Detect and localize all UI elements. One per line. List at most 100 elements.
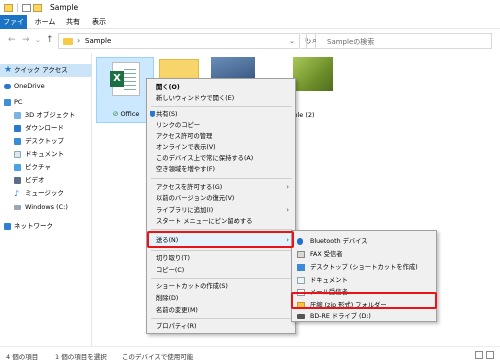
- new-folder-icon[interactable]: [33, 3, 42, 12]
- send-to-submenu: Bluetooth デバイス FAX 受信者 デスクトップ (ショートカットを作…: [291, 230, 437, 322]
- excel-logo-icon: X: [110, 71, 124, 87]
- large-icons-view-icon[interactable]: [486, 351, 494, 359]
- bluetooth-icon: [297, 238, 303, 245]
- music-icon: ♪: [14, 189, 20, 198]
- submenu-item-fax[interactable]: FAX 受信者: [292, 248, 436, 261]
- breadcrumb[interactable]: Sample: [85, 37, 111, 45]
- download-icon: [14, 125, 21, 132]
- menu-item-open-new-window[interactable]: 新しいウィンドウで開く(E): [147, 93, 295, 104]
- ribbon-tabs: ファイル ホーム 共有 表示: [0, 15, 500, 40]
- menu-separator: [151, 318, 292, 319]
- properties-icon[interactable]: [22, 3, 31, 12]
- video-icon: [14, 177, 21, 184]
- menu-item-properties[interactable]: プロパティ(R): [147, 321, 295, 332]
- picture-icon: [14, 164, 21, 171]
- tab-view[interactable]: 表示: [89, 15, 109, 29]
- menu-item-delete[interactable]: 削除(D): [147, 293, 295, 304]
- nav-item-downloads[interactable]: ダウンロード: [0, 122, 92, 135]
- menu-separator: [151, 229, 292, 230]
- menu-item-view-online[interactable]: オンラインで表示(V): [147, 142, 295, 153]
- menu-item-restore-versions[interactable]: 以前のバージョンの復元(V): [147, 193, 295, 204]
- folder-icon: [63, 38, 73, 45]
- nav-item-documents[interactable]: ドキュメント: [0, 148, 92, 161]
- menu-item-manage-access[interactable]: アクセス許可の管理: [147, 131, 295, 142]
- menu-separator: [151, 106, 292, 107]
- chevron-right-icon: ›: [286, 236, 289, 244]
- sync-check-icon: ⊘: [112, 110, 119, 118]
- nav-item-3d-objects[interactable]: 3D オブジェクト: [0, 109, 92, 122]
- desktop-icon: [297, 264, 305, 271]
- menu-item-share[interactable]: 共有(S): [147, 109, 295, 120]
- photo-thumbnail[interactable]: [293, 57, 333, 91]
- menu-item-rename[interactable]: 名前の変更(M): [147, 305, 295, 316]
- zip-folder-icon: [297, 302, 305, 309]
- recent-dropdown-icon[interactable]: ⌄: [35, 36, 41, 44]
- disc-drive-icon: [297, 314, 305, 319]
- document-icon: [297, 277, 305, 284]
- address-row: ← → ⌄ ↑ › Sample ⌄ ↻ ⌕: [0, 29, 500, 53]
- search-input[interactable]: [327, 36, 487, 47]
- address-bar[interactable]: › Sample ⌄: [58, 33, 300, 49]
- nav-item-pc[interactable]: PC: [0, 96, 92, 109]
- back-icon[interactable]: ←: [8, 35, 16, 45]
- search-icon: ⌕: [312, 36, 318, 46]
- fax-icon: [297, 251, 305, 258]
- navigation-pane: ★ クイック アクセス OneDrive PC 3D オブジェクト ダウンロード…: [0, 53, 92, 346]
- nav-item-videos[interactable]: ビデオ: [0, 174, 92, 187]
- menu-separator: [151, 178, 292, 179]
- tab-share[interactable]: 共有: [63, 15, 83, 29]
- menu-item-add-to-library[interactable]: ライブラリに追加(I) ›: [147, 205, 295, 216]
- cube-icon: [14, 112, 21, 119]
- chevron-right-icon: ›: [286, 206, 289, 214]
- computer-icon: [4, 99, 11, 106]
- forward-icon[interactable]: →: [22, 35, 30, 45]
- selection-count: 1 個の項目を選択: [55, 353, 107, 361]
- nav-item-network[interactable]: ネットワーク: [0, 220, 92, 233]
- nav-item-windows-c[interactable]: Windows (C:): [0, 201, 92, 214]
- menu-item-open[interactable]: 開く(O): [147, 82, 295, 93]
- chevron-down-icon[interactable]: ⌄: [289, 37, 295, 45]
- nav-item-music[interactable]: ♪ ミュージック: [0, 187, 92, 200]
- nav-item-desktop[interactable]: デスクトップ: [0, 135, 92, 148]
- submenu-item-mail-recipient[interactable]: メール受信者: [292, 286, 436, 299]
- quick-access-toolbar: [4, 3, 42, 12]
- nav-item-quick-access[interactable]: ★ クイック アクセス: [0, 64, 92, 77]
- excel-file-icon: X: [110, 62, 140, 96]
- menu-item-create-shortcut[interactable]: ショートカットの作成(S): [147, 281, 295, 292]
- context-menu: 開く(O) 新しいウィンドウで開く(E) 共有(S) リンクのコピー アクセス許…: [146, 78, 296, 334]
- menu-item-cut[interactable]: 切り取り(T): [147, 253, 295, 264]
- grid-icon: [124, 68, 136, 90]
- menu-item-send-to[interactable]: 送る(N) ›: [147, 235, 295, 246]
- nav-item-pictures[interactable]: ピクチャ: [0, 161, 92, 174]
- window-title: Sample: [50, 3, 79, 12]
- separator: [17, 3, 18, 12]
- cloud-icon: [4, 84, 11, 89]
- tab-file[interactable]: ファイル: [0, 15, 27, 40]
- title-bar: Sample: [0, 0, 500, 15]
- drive-icon: [14, 205, 21, 210]
- menu-item-free-space[interactable]: 空き領域を増やす(F): [147, 164, 295, 175]
- menu-separator: [151, 278, 292, 279]
- menu-item-copy-link[interactable]: リンクのコピー: [147, 120, 295, 131]
- submenu-item-bluetooth[interactable]: Bluetooth デバイス: [292, 235, 436, 248]
- menu-item-copy[interactable]: コピー(C): [147, 265, 295, 276]
- up-icon[interactable]: ↑: [46, 35, 54, 45]
- nav-item-onedrive[interactable]: OneDrive: [0, 80, 92, 93]
- chevron-right-icon[interactable]: ›: [77, 36, 80, 45]
- menu-item-always-keep[interactable]: このデバイス上で常に保持する(A): [147, 153, 295, 164]
- details-view-icon[interactable]: [475, 351, 483, 359]
- tab-home[interactable]: ホーム: [32, 15, 58, 29]
- folder-icon: [4, 3, 13, 12]
- mail-icon: [297, 289, 305, 296]
- submenu-item-desktop-shortcut[interactable]: デスクトップ (ショートカットを作成): [292, 261, 436, 274]
- menu-item-give-access[interactable]: アクセスを許可する(G) ›: [147, 182, 295, 193]
- status-bar: 4 個の項目 1 個の項目を選択 このデバイスで使用可能: [0, 346, 500, 363]
- search-box[interactable]: ⌕: [306, 33, 492, 49]
- availability-status: このデバイスで使用可能: [122, 353, 194, 361]
- view-toggle: [475, 351, 494, 359]
- menu-item-pin-to-start[interactable]: スタート メニューにピン留めする: [147, 216, 295, 227]
- desktop-icon: [14, 138, 21, 145]
- document-icon: [14, 151, 21, 158]
- submenu-item-bd-re-drive[interactable]: BD-RE ドライブ (D:): [292, 310, 436, 323]
- star-icon: ★: [4, 65, 13, 75]
